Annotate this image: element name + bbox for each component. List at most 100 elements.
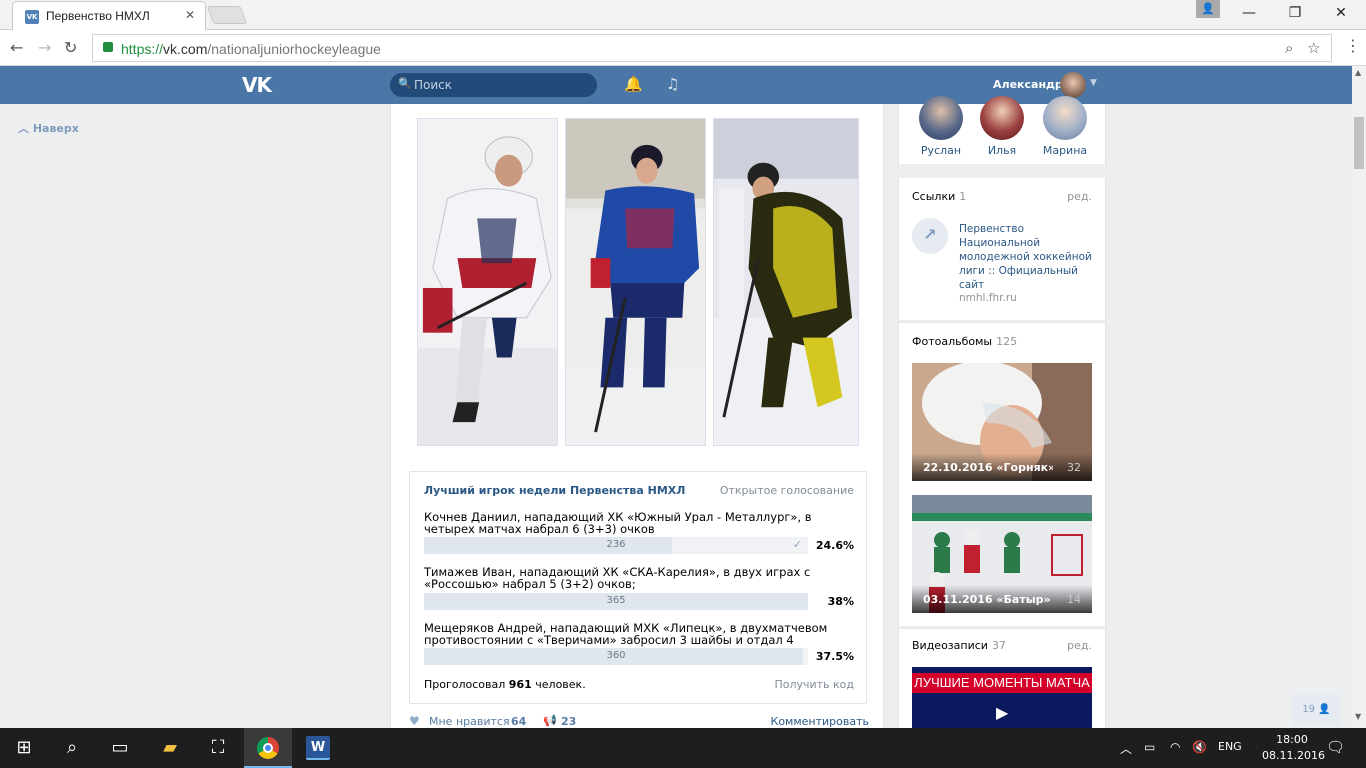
file-explorer-icon[interactable]: ▰ (158, 736, 182, 760)
scrollbar-thumb[interactable] (1354, 117, 1364, 169)
tray-chevron-up-icon[interactable]: ︿ (1120, 740, 1132, 757)
friends-block: Руслан Илья Марина (898, 96, 1106, 164)
music-note-icon[interactable]: ♫ (666, 75, 679, 93)
friend-name: Марина (1042, 144, 1088, 157)
poll-option-percent: 37.5% (815, 650, 854, 663)
share-icon[interactable]: 📢 (543, 714, 557, 727)
friend-avatar (1043, 96, 1087, 140)
volume-muted-icon[interactable]: 🔇 (1192, 740, 1207, 754)
maximize-button[interactable]: ❐ (1272, 0, 1318, 28)
play-icon: ▶ (996, 703, 1009, 722)
like-count[interactable]: 64 (511, 715, 526, 728)
address-bar[interactable]: https://vk.com/nationaljuniorhockeyleagu… (92, 34, 1332, 62)
back-arrow-icon[interactable]: ← (10, 38, 23, 57)
vk-logo[interactable]: VK (242, 73, 272, 97)
poll-title[interactable]: Лучший игрок недели Первенства НМХЛ (424, 484, 685, 497)
page-scrollbar[interactable]: ▲ ▼ (1352, 66, 1366, 728)
videos-edit-link[interactable]: ред. (1067, 639, 1092, 652)
albums-block: Фотоальбомы125 22.10.2016 «Горняк» - «..… (898, 322, 1106, 626)
poll-total-count[interactable]: 961 (509, 678, 532, 691)
wall-post: Лучший игрок недели Первенства НМХЛ Откр… (390, 104, 884, 728)
link-title[interactable]: Первенство Национальной молодежной хокке… (959, 222, 1093, 292)
zoom-icon[interactable]: ⌕ (1285, 39, 1293, 57)
user-avatar[interactable] (1060, 72, 1086, 98)
store-icon[interactable]: ⛶ (206, 736, 230, 760)
wifi-icon[interactable]: ◠ (1170, 740, 1180, 754)
browser-menu-icon[interactable]: ⋮ (1345, 36, 1361, 55)
tab-close-icon[interactable]: ✕ (185, 8, 195, 22)
url-protocol: https:// (121, 41, 164, 57)
window-close-button[interactable]: ✕ (1318, 0, 1364, 28)
friend-item[interactable]: Илья (972, 96, 1032, 157)
albums-count: 125 (996, 335, 1018, 348)
album-title: 22.10.2016 «Горняк» - «... (923, 461, 1053, 474)
poll-option-votes: 360 (606, 650, 626, 661)
scroll-up-arrow-icon[interactable]: ▲ (1355, 68, 1361, 77)
album-title: 03.11.2016 «Батыр» - «П... (923, 593, 1053, 606)
chrome-taskbar-button[interactable] (244, 728, 292, 768)
links-header[interactable]: Ссылки 1 (912, 190, 966, 203)
chevron-down-icon[interactable]: ▼ (1090, 78, 1097, 88)
bookmark-star-icon[interactable]: ☆ (1307, 39, 1320, 57)
get-code-link[interactable]: Получить код (774, 678, 854, 691)
heart-icon[interactable]: ♥ (409, 714, 420, 728)
battery-icon[interactable]: ▭ (1144, 740, 1155, 754)
clock-date: 08.11.2016 (1262, 749, 1325, 762)
task-view-icon[interactable]: ▭ (108, 736, 132, 760)
comment-button[interactable]: Комментировать (771, 715, 869, 728)
poll-option-text: Кочнев Даниил, нападающий ХК «Южный Урал… (424, 510, 812, 536)
poll-total-suffix: человек. (535, 678, 586, 691)
online-friends-badge[interactable]: 19 👤 (1293, 694, 1340, 726)
search-placeholder: Поиск (414, 78, 453, 92)
album-item[interactable]: 22.10.2016 «Горняк» - «... 32 (912, 363, 1092, 481)
clock[interactable]: 18:00 08.11.2016 (1262, 732, 1325, 764)
link-url: nmhl.fhr.ru (959, 292, 1017, 304)
minimize-button[interactable]: — (1226, 0, 1272, 28)
post-photo-1[interactable] (417, 118, 558, 446)
search-input[interactable]: 🔍 Поиск (390, 73, 597, 97)
windows-start-icon[interactable]: ⊞ (12, 736, 36, 760)
search-icon[interactable]: ⌕ (60, 736, 84, 760)
share-count[interactable]: 23 (561, 715, 576, 728)
poll-option-bar[interactable]: 360 (424, 648, 808, 665)
friend-name: Илья (987, 144, 1017, 157)
albums-header-label: Фотоальбомы (912, 335, 993, 348)
friend-item[interactable]: Руслан (911, 96, 971, 157)
new-tab-button[interactable] (206, 6, 248, 24)
links-edit-link[interactable]: ред. (1067, 190, 1092, 203)
videos-header[interactable]: Видеозаписи 37 (912, 639, 1006, 652)
videos-count: 37 (991, 639, 1006, 652)
poll-option-bar[interactable]: 236 ✓ (424, 537, 808, 554)
post-photo-2[interactable] (565, 118, 706, 446)
poll-total: Проголосовал 961 человек. (424, 678, 586, 691)
like-button[interactable]: Мне нравится (429, 715, 510, 728)
to-top-label: Наверх (32, 122, 79, 135)
poll-option-votes: 365 (606, 595, 626, 606)
video-thumbnail[interactable]: ЛУЧШИЕ МОМЕНТЫ МАТЧА ▶ (912, 667, 1092, 729)
reload-icon[interactable]: ↻ (64, 38, 77, 57)
word-icon[interactable]: W (306, 736, 330, 760)
browser-tab[interactable]: VK Первенство НМХЛ ✕ (12, 1, 206, 30)
scroll-to-top-link[interactable]: ︿ Наверх (18, 120, 79, 136)
user-name[interactable]: Александр (993, 78, 1063, 91)
notifications-bell-icon[interactable]: 🔔 (624, 75, 643, 93)
online-count: 19 (1302, 704, 1316, 715)
album-count: 14 (1067, 593, 1081, 606)
url-path: /nationaljuniorhockeyleague (207, 41, 381, 57)
windows-taskbar: ⊞ ⌕ ▭ ▰ ⛶ W ︿ ▭ ◠ 🔇 ENG 18:00 08.11.2016… (0, 728, 1366, 768)
poll-option-text: Тимажев Иван, нападающий ХК «СКА-Карелия… (424, 565, 811, 591)
language-indicator[interactable]: ENG (1218, 740, 1242, 753)
browser-profile-icon[interactable]: 👤 (1196, 0, 1220, 18)
friend-item[interactable]: Марина (1035, 96, 1095, 157)
forward-arrow-icon[interactable]: → (38, 38, 51, 57)
scroll-down-arrow-icon[interactable]: ▼ (1355, 712, 1361, 721)
clock-time: 18:00 (1276, 733, 1308, 746)
notifications-icon[interactable]: 🗨 (1326, 738, 1345, 756)
albums-header[interactable]: Фотоальбомы 125 (912, 335, 1017, 348)
post-photo-3[interactable] (713, 118, 859, 446)
links-header-label: Ссылки (912, 190, 956, 203)
link-arrow-icon[interactable]: ↗ (912, 218, 948, 254)
poll-option-bar[interactable]: 365 (424, 593, 808, 610)
person-icon: 👤 (1318, 704, 1331, 715)
album-item[interactable]: 03.11.2016 «Батыр» - «П... 14 (912, 495, 1092, 613)
